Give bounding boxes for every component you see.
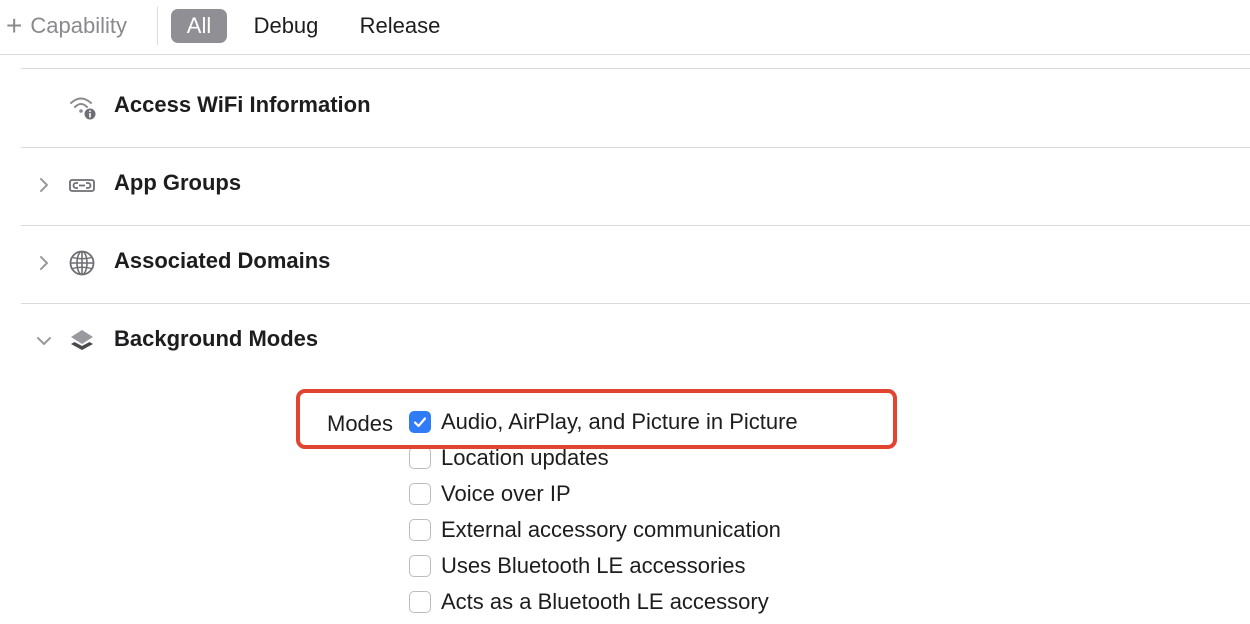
mode-voice-over-ip[interactable]: Voice over IP (409, 481, 571, 507)
capability-app-groups[interactable]: App Groups (21, 147, 1250, 225)
capability-title: Access WiFi Information (114, 92, 371, 117)
add-capability-label: Capability (30, 13, 127, 38)
checkbox[interactable] (409, 447, 431, 469)
app-groups-icon (68, 171, 96, 199)
layers-icon (68, 327, 96, 355)
checkmark-icon (413, 417, 427, 428)
capability-background-modes[interactable]: Background Modes (21, 303, 1250, 381)
checkbox[interactable] (409, 591, 431, 613)
mode-label: Location updates (441, 445, 609, 470)
mode-label: Acts as a Bluetooth LE accessory (441, 589, 769, 614)
capability-title: Associated Domains (114, 248, 331, 273)
capability-associated-domains[interactable]: Associated Domains (21, 225, 1250, 303)
mode-location-updates[interactable]: Location updates (409, 445, 609, 471)
globe-icon (68, 249, 96, 277)
modes-label: Modes (327, 411, 394, 436)
mode-label: External accessory communication (441, 517, 781, 542)
filter-debug-tab[interactable]: Debug (243, 9, 329, 43)
chevron-right-icon[interactable] (35, 253, 53, 273)
mode-acts-as-bluetooth-le[interactable]: Acts as a Bluetooth LE accessory (409, 589, 769, 615)
mode-label: Voice over IP (441, 481, 571, 506)
mode-label: Uses Bluetooth LE accessories (441, 553, 746, 578)
capability-access-wifi-information: Access WiFi Information (21, 69, 1250, 147)
chevron-down-icon[interactable] (35, 331, 53, 351)
mode-label: Audio, AirPlay, and Picture in Picture (441, 409, 798, 434)
capability-title: App Groups (114, 170, 242, 195)
add-capability-button[interactable]: + Capability (6, 8, 127, 44)
capability-title: Background Modes (114, 326, 319, 351)
mode-uses-bluetooth-le[interactable]: Uses Bluetooth LE accessories (409, 553, 746, 579)
toolbar-separator (157, 7, 158, 45)
checkbox[interactable] (409, 555, 431, 577)
mode-audio-airplay-pip[interactable]: Audio, AirPlay, and Picture in Picture (409, 409, 798, 435)
filter-all-tab[interactable]: All (171, 9, 227, 43)
toolbar-divider (0, 54, 1250, 55)
mode-external-accessory[interactable]: External accessory communication (409, 517, 781, 543)
checkbox[interactable] (409, 483, 431, 505)
capabilities-toolbar: + Capability All Debug Release (0, 0, 1250, 54)
filter-release-tab[interactable]: Release (347, 9, 453, 43)
checkbox[interactable] (409, 519, 431, 541)
checkbox[interactable] (409, 411, 431, 433)
chevron-right-icon[interactable] (35, 175, 53, 195)
wifi-info-icon (68, 93, 96, 121)
plus-icon: + (6, 10, 23, 41)
